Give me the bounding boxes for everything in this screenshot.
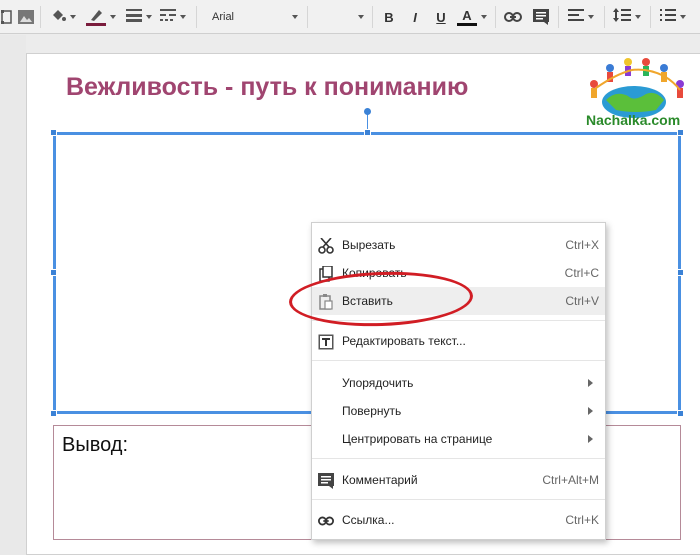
menu-item-rotate[interactable]: Повернуть [312,397,605,425]
chevron-down-icon [180,15,186,19]
toolbar-separator [196,6,197,28]
menu-item-shortcut: Ctrl+C [564,266,599,280]
menu-item-label: Вырезать [342,238,396,252]
toolbar: Arial B I U A [0,0,700,34]
resize-handle-se[interactable] [677,410,684,417]
numbered-list-button[interactable] [656,5,690,29]
resize-handle-w[interactable] [50,269,57,276]
menu-separator [312,360,605,361]
image-icon[interactable] [16,5,36,29]
chevron-down-icon [358,15,364,19]
line-color-button[interactable] [84,5,118,29]
comment-icon[interactable] [530,5,552,29]
toolbar-separator [40,6,41,28]
chevron-down-icon [70,15,76,19]
menu-separator [312,458,605,459]
line-dash-icon [160,8,176,27]
text-box-icon[interactable] [0,5,14,29]
conclusion-label: Вывод: [62,434,129,456]
menu-item-arrange[interactable]: Упорядочить [312,369,605,397]
text-edit-icon [318,334,334,350]
font-family-value: Arial [212,11,235,23]
line-weight-icon [126,8,142,27]
comment-icon [318,473,334,489]
text-color-button[interactable]: A [455,5,489,29]
menu-item-label: Повернуть [342,404,402,418]
menu-item-comment[interactable]: Комментарий Ctrl+Alt+M [312,466,605,494]
toolbar-separator [495,6,496,28]
menu-separator [312,499,605,500]
menu-item-shortcut: Ctrl+V [565,294,599,308]
fill-color-icon [50,7,66,28]
menu-item-label: Центрировать на странице [342,432,493,446]
chevron-down-icon [481,15,487,19]
chevron-right-icon [588,407,593,415]
resize-handle-n[interactable] [364,129,371,136]
menu-item-label: Ссылка... [342,513,395,527]
line-color-icon [86,8,106,26]
menu-item-shortcut: Ctrl+X [565,238,599,252]
line-spacing-button[interactable] [610,5,644,29]
context-menu: Вырезать Ctrl+X Копировать Ctrl+C Встави… [311,222,606,540]
menu-item-edit-text[interactable]: Редактировать текст... [312,327,605,355]
menu-item-label: Редактировать текст... [342,334,466,348]
menu-item-center-on-page[interactable]: Центрировать на странице [312,425,605,453]
chevron-right-icon [588,435,593,443]
bold-icon: B [384,9,394,25]
text-color-glyph: A [462,7,472,23]
left-gutter [0,35,26,555]
resize-handle-e[interactable] [677,269,684,276]
text-color-swatch [457,22,477,26]
link-icon [318,513,334,529]
rotation-handle[interactable] [364,108,371,115]
menu-item-shortcut: Ctrl+K [565,513,599,527]
chevron-right-icon [588,379,593,387]
font-size-select[interactable] [310,5,370,29]
line-dash-button[interactable] [158,5,188,29]
font-family-select[interactable]: Arial [202,5,304,29]
logo-text: Nachalka.com [586,112,681,128]
line-spacing-icon [613,7,631,27]
toolbar-separator [307,6,308,28]
chevron-down-icon [635,15,641,19]
chevron-down-icon [110,15,116,19]
resize-handle-sw[interactable] [50,410,57,417]
menu-item-cut[interactable]: Вырезать Ctrl+X [312,231,605,259]
menu-item-link[interactable]: Ссылка... Ctrl+K [312,506,605,534]
fill-color-button[interactable] [48,5,78,29]
resize-handle-nw[interactable] [50,129,57,136]
menu-item-label: Комментарий [342,473,418,487]
chevron-down-icon [146,15,152,19]
menu-item-shortcut: Ctrl+Alt+M [542,473,599,487]
slide-title[interactable]: Вежливость - путь к пониманию [66,73,468,102]
numbered-list-icon [660,8,676,27]
italic-icon: I [413,9,417,25]
align-icon [568,8,584,26]
scissors-icon [318,238,334,254]
underline-button[interactable]: U [432,5,450,29]
toolbar-separator [604,6,605,28]
toolbar-separator [650,6,651,28]
align-button[interactable] [564,5,598,29]
line-weight-button[interactable] [124,5,154,29]
chevron-down-icon [680,15,686,19]
bold-button[interactable]: B [380,5,398,29]
menu-item-label: Упорядочить [342,376,414,390]
chevron-down-icon [292,15,298,19]
underline-icon: U [436,9,446,25]
toolbar-separator [372,6,373,28]
chevron-down-icon [588,15,594,19]
italic-button[interactable]: I [406,5,424,29]
toolbar-separator [558,6,559,28]
link-icon[interactable] [502,5,524,29]
line-color-swatch [86,23,106,26]
text-color-icon: A [457,9,477,26]
resize-handle-ne[interactable] [677,129,684,136]
